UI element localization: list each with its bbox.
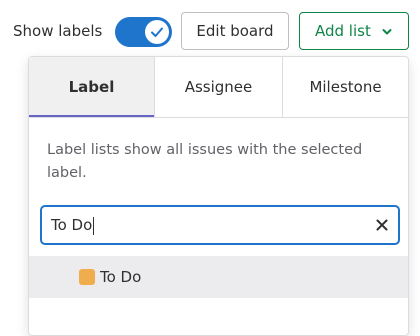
tab-assignee[interactable]: Assignee [154,57,282,117]
toggle-knob [145,20,169,44]
tab-label[interactable]: Label [29,57,154,117]
search-value: To Do [51,207,95,243]
tab-milestone[interactable]: Milestone [282,57,408,117]
chevron-down-icon [382,29,392,35]
board-header: Show labels Edit board Add list [0,0,420,62]
search-value-text: To Do [51,216,93,234]
show-labels-toggle[interactable] [115,17,172,47]
text-caret [93,216,95,235]
check-icon [151,27,163,37]
show-labels-text: Show labels [13,22,103,40]
close-icon[interactable] [375,218,389,232]
help-text: Label lists show all issues with the sel… [47,142,363,181]
add-list-button[interactable]: Add list [299,12,409,50]
label-color-swatch [79,269,95,285]
edit-board-button[interactable]: Edit board [181,12,289,50]
result-label: To Do [100,268,142,286]
add-list-label: Add list [315,22,371,40]
label-search-input[interactable]: To Do [41,206,399,244]
add-list-dropdown: Label Assignee Milestone Label lists sho… [28,56,409,336]
label-result-item[interactable]: To Do [29,256,408,298]
list-type-tabs: Label Assignee Milestone [29,57,408,118]
